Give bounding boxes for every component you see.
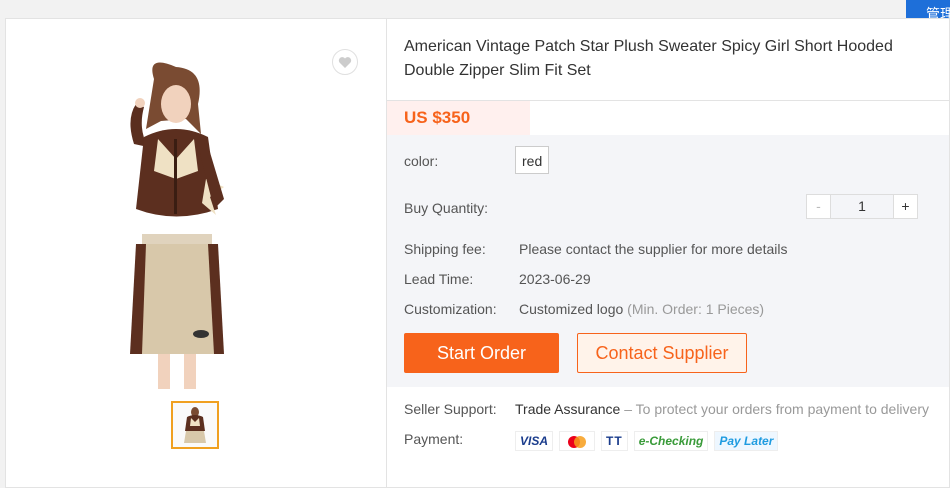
quantity-input[interactable]: 1 <box>831 194 893 219</box>
color-option-red[interactable]: red <box>515 146 550 174</box>
product-info: American Vintage Patch Star Plush Sweate… <box>387 19 949 487</box>
quantity-stepper: - 1 + <box>806 194 918 219</box>
trade-assurance-note: – To protect your orders from payment to… <box>624 401 929 417</box>
shipping-label: Shipping fee: <box>404 241 486 257</box>
quantity-decrease-button[interactable]: - <box>806 194 831 219</box>
product-gallery <box>6 19 387 487</box>
tt-icon: TT <box>601 431 628 451</box>
product-thumbnail[interactable] <box>171 401 219 449</box>
visa-icon: VISA <box>515 431 554 451</box>
mastercard-icon <box>559 431 596 451</box>
product-card: American Vintage Patch Star Plush Sweate… <box>5 18 950 488</box>
main-product-photo <box>130 62 224 389</box>
customization-label: Customization: <box>404 301 497 317</box>
shipping-value: Please contact the supplier for more det… <box>519 241 788 257</box>
customization-text: Customized logo <box>519 301 624 317</box>
product-price: US $350 <box>387 101 530 135</box>
e-checking-icon: e-Checking <box>633 431 709 451</box>
trade-assurance-text: Trade Assurance <box>515 401 621 417</box>
wishlist-heart-icon[interactable] <box>332 49 358 75</box>
pay-later-icon: Pay Later <box>714 431 779 451</box>
price-bar: US $350 <box>387 100 949 136</box>
contact-supplier-button[interactable]: Contact Supplier <box>577 333 747 373</box>
lead-time-label: Lead Time: <box>404 271 474 287</box>
customization-value: Customized logo (Min. Order: 1 Pieces) <box>519 301 764 317</box>
quantity-label: Buy Quantity: <box>404 200 489 216</box>
product-title: American Vintage Patch Star Plush Sweate… <box>404 38 893 79</box>
start-order-button[interactable]: Start Order <box>404 333 559 373</box>
quantity-increase-button[interactable]: + <box>893 194 918 219</box>
support-section: Seller Support: Trade Assurance – To pro… <box>387 391 949 471</box>
payment-label: Payment: <box>404 431 464 447</box>
seller-support-value: Trade Assurance – To protect your orders… <box>515 401 929 417</box>
color-label: color: <box>404 153 439 169</box>
customization-min-order: (Min. Order: 1 Pieces) <box>627 301 765 317</box>
spec-panel: color: red Buy Quantity: - 1 + Shipping … <box>387 135 949 387</box>
lead-time-value: 2023-06-29 <box>519 271 591 287</box>
seller-support-label: Seller Support: <box>404 401 497 417</box>
payment-methods: VISA TT e-Checking Pay Later <box>515 431 779 451</box>
